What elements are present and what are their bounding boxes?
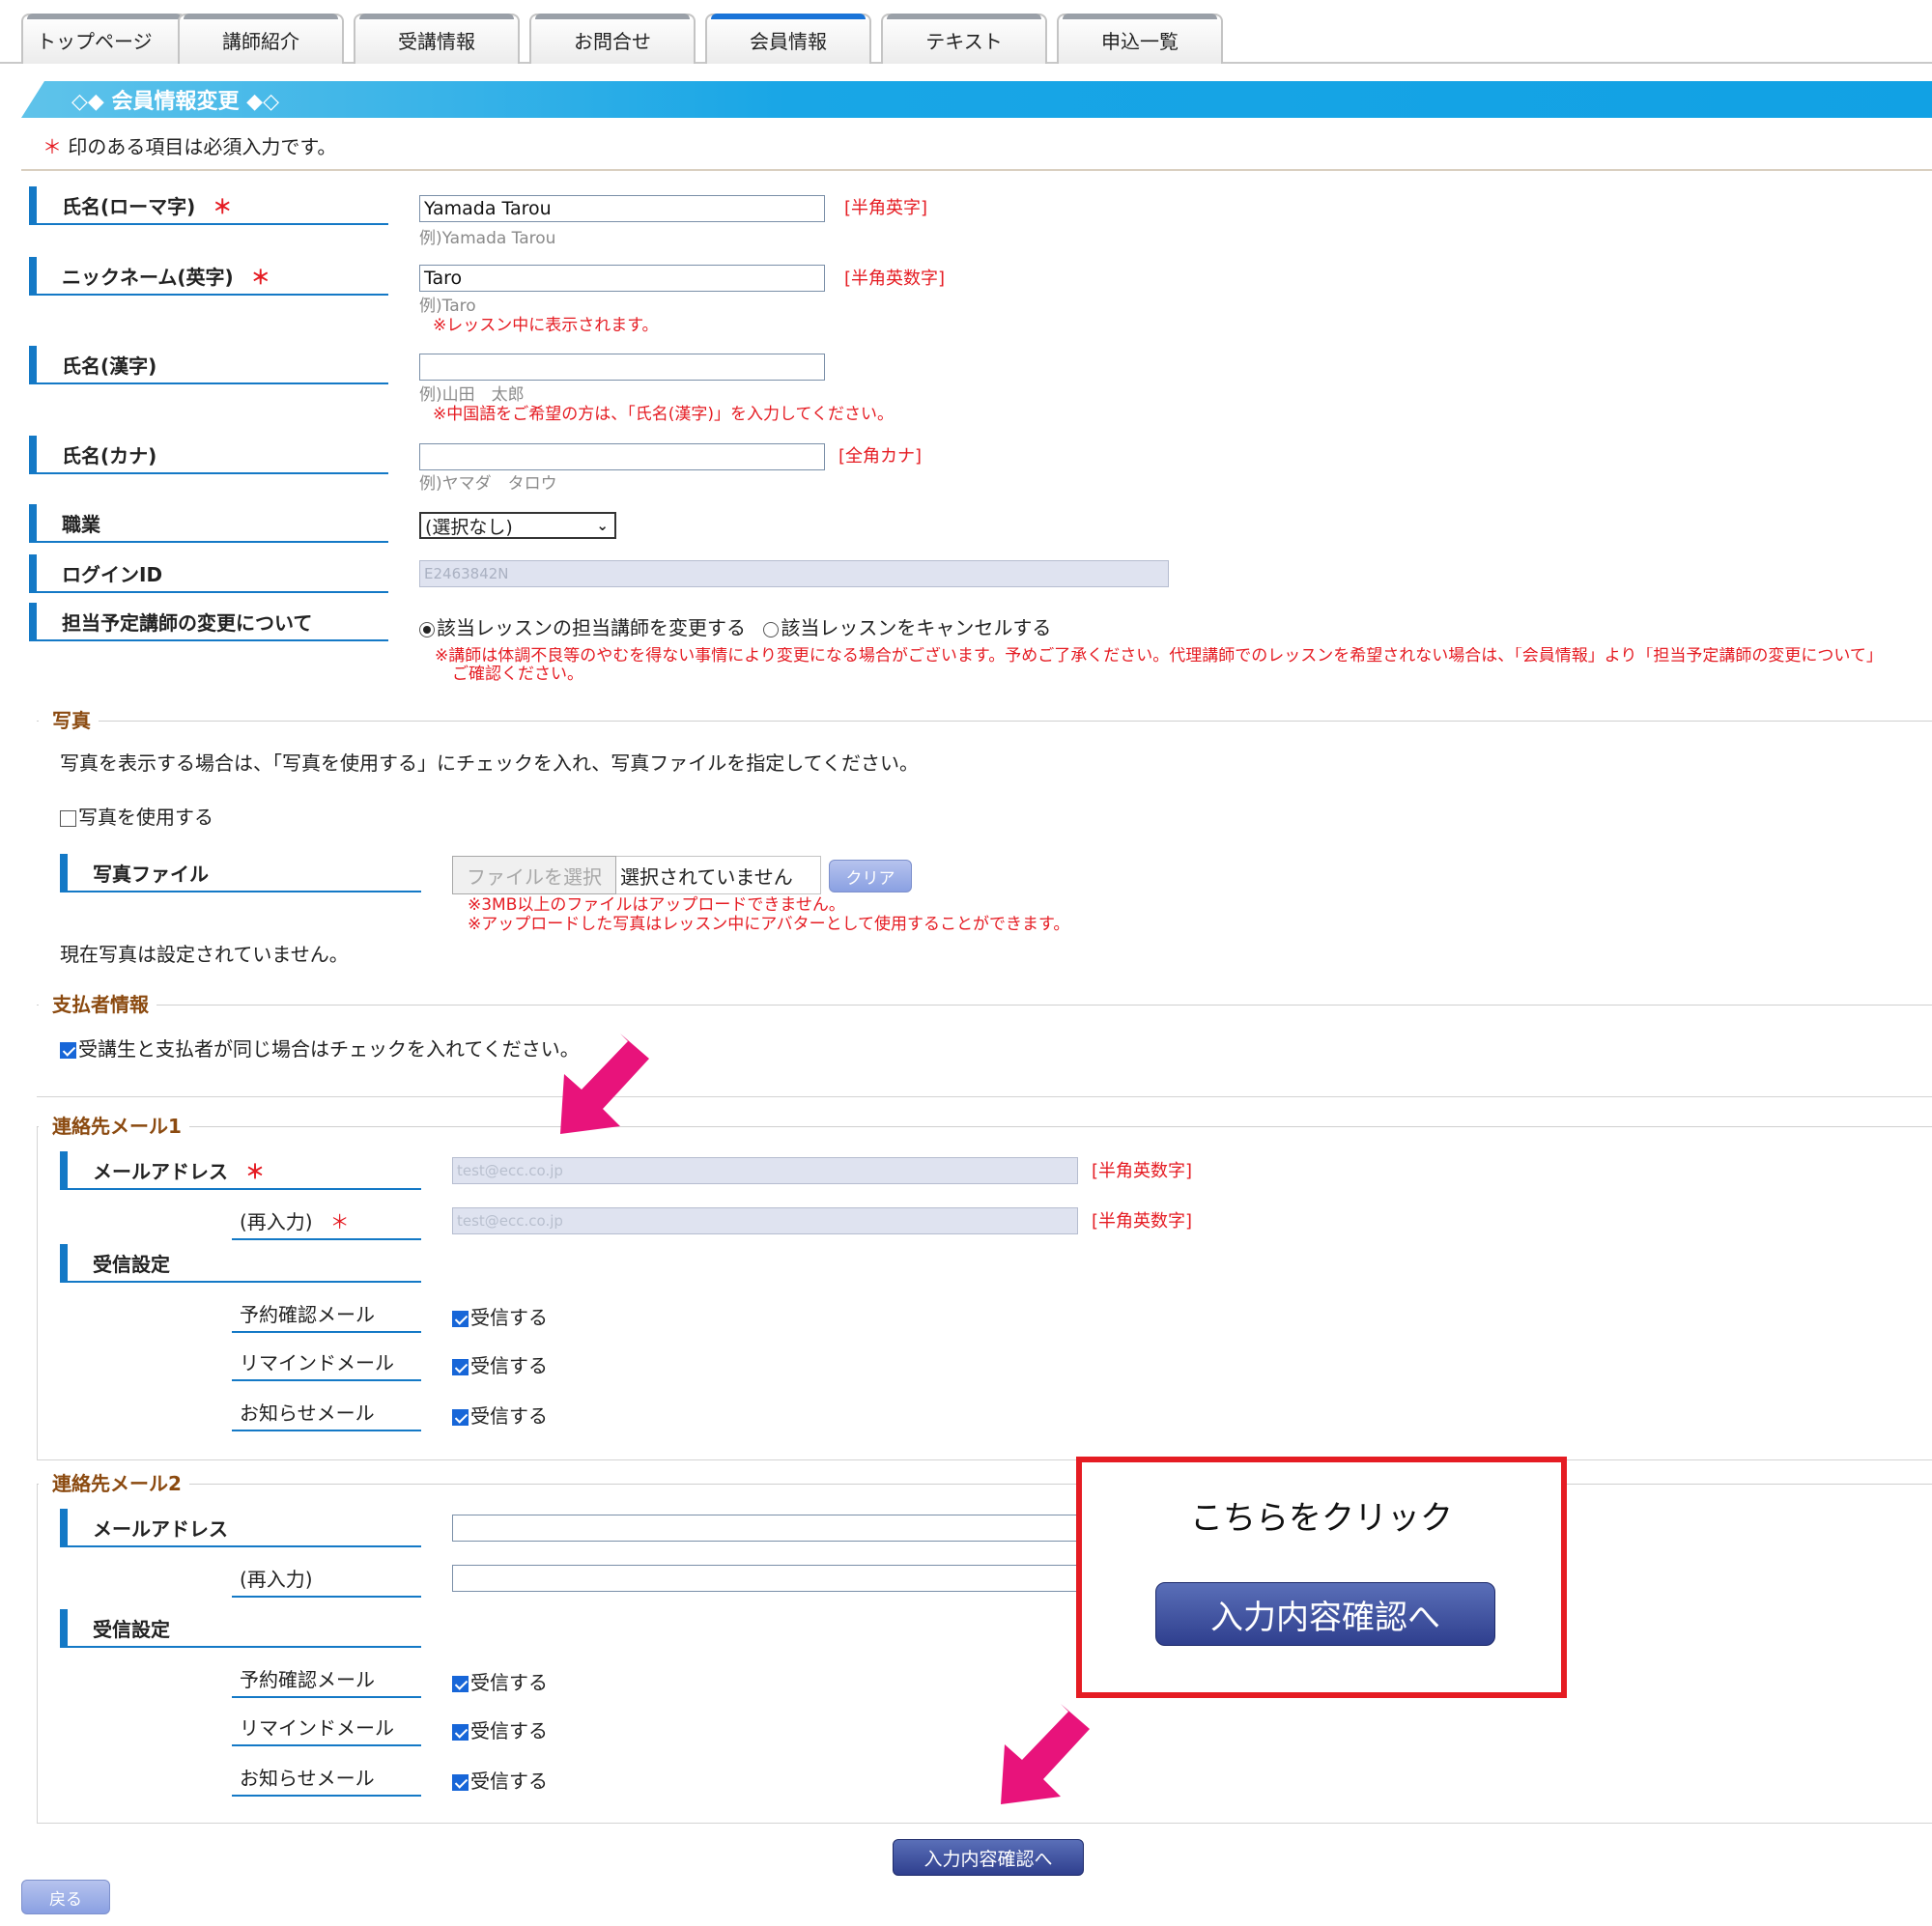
clear-button[interactable]: クリア [829,860,912,892]
nickname-input[interactable]: Taro [419,265,825,292]
page-title-text: ◇◆ 会員情報変更 ◆◇ [71,90,279,114]
label-name-kanji: 氏名(漢字) [29,346,388,384]
note-name-kanji: ※中国語をご希望の方は、「氏名(漢字)」を入力してください。 [433,405,894,424]
photo-legend: 写真 [39,705,99,733]
tab-text[interactable]: テキスト [881,14,1047,64]
email2-reenter-input[interactable] [452,1565,1078,1592]
label-nickname: ニックネーム(英字) ＊ [29,257,388,296]
hint-nickname: [半角英数字] [844,269,946,289]
label-email2-reenter: (再入力) [232,1559,421,1598]
label-name-roman: 氏名(ローマ字) ＊ [29,186,388,225]
email2-news-checkbox[interactable]: 受信する [452,1766,548,1794]
email2-remind-checkbox[interactable]: 受信する [452,1715,548,1743]
name-kanji-input[interactable] [419,354,825,381]
label-email2-booking: 予約確認メール [232,1659,421,1698]
email1-booking-checkbox[interactable]: 受信する [452,1302,548,1330]
tab-label: トップページ [37,29,153,53]
label-email1-receive: 受信設定 [60,1244,421,1283]
hint-name-roman: [半角英字] [844,198,928,218]
label-occupation: 職業 [29,504,388,543]
login-id-field: E2463842N [419,560,1169,587]
tab-label: 講師紹介 [222,29,299,53]
label-email1-booking: 予約確認メール [232,1294,421,1333]
email1-reenter-input[interactable]: test@ecc.co.jp [452,1207,1078,1234]
hint-email1-reenter: [半角英数字] [1092,1211,1193,1232]
photo-note-avatar: ※アップロードした写真はレッスン中にアバターとして使用することができます。 [468,915,1070,934]
hint-name-kana: [全角カナ] [838,446,923,467]
label-email1-news: お知らせメール [232,1393,421,1431]
tab-lesson-info[interactable]: 受講情報 [354,14,520,64]
tab-member-info[interactable]: 会員情報 [705,14,871,64]
tab-label: 受講情報 [398,29,475,53]
payer-legend: 支払者情報 [39,989,156,1017]
example-name-roman: 例)Yamada Tarou [419,229,556,248]
name-roman-input[interactable]: Yamada Tarou [419,195,825,222]
example-nickname: 例)Taro [419,297,476,316]
payer-same-checkbox[interactable]: 受講生と支払者が同じ場合はチェックを入れてください。 [60,1034,580,1062]
photo-current-status: 現在写真は設定されていません。 [60,943,349,966]
required-note: ＊ 印のある項目は必須入力です。 [43,131,336,159]
occupation-selected: (選択なし) [425,516,513,538]
arrow-icon [560,1034,649,1134]
label-email2-remind: リマインドメール [232,1708,421,1746]
hint-email1: [半角英数字] [1092,1161,1193,1181]
tab-contact[interactable]: お問合せ [529,14,696,64]
required-note-text: 印のある項目は必須入力です。 [68,135,337,158]
file-status: 選択されていません [616,856,821,894]
label-email2-receive: 受信設定 [60,1609,421,1648]
callout-text: こちらをクリック [1190,1499,1453,1538]
note-teacher-change: ※講師は体調不良等のやむを得ない事情により変更になる場合がございます。予めご了承… [435,647,1883,684]
tab-label: 申込一覧 [1101,29,1179,53]
page-title: ◇◆ 会員情報変更 ◆◇ [21,81,1932,118]
callout-box: こちらをクリック 入力内容確認へ [1076,1457,1567,1698]
name-kana-input[interactable] [419,443,825,470]
note-nickname: ※レッスン中に表示されます。 [433,316,659,335]
photo-instruction: 写真を表示する場合は、「写真を使用する」にチェックを入れ、写真ファイルを指定して… [60,751,919,775]
use-photo-checkbox[interactable]: 写真を使用する [60,802,213,830]
occupation-select[interactable]: (選択なし) ⌄ [419,512,616,539]
label-email1-remind: リマインドメール [232,1343,421,1381]
label-teacher-change: 担当予定講師の変更について [29,603,388,641]
chevron-down-icon: ⌄ [596,517,609,534]
email1-legend: 連絡先メール1 [39,1111,189,1139]
tab-label: テキスト [925,29,1003,53]
label-email2-news: お知らせメール [232,1758,421,1797]
confirm-button[interactable]: 入力内容確認へ [893,1839,1084,1876]
tab-label: 会員情報 [750,29,827,53]
tab-top[interactable]: トップページ [21,14,187,64]
nav-tabbar: トップページ 講師紹介 受講情報 お問合せ 会員情報 テキスト 申込一覧 [0,0,1932,64]
required-mark: ＊ [43,135,62,158]
radio-cancel-lesson[interactable]: 該当レッスンをキャンセルする [763,616,1051,639]
tab-teachers[interactable]: 講師紹介 [178,14,344,64]
email2-address-input[interactable] [452,1515,1078,1542]
tab-label: お問合せ [574,29,651,53]
radio-change-teacher[interactable]: 該当レッスンの担当講師を変更する [419,616,746,639]
label-email1-address: メールアドレス＊ [60,1151,421,1190]
tab-applications[interactable]: 申込一覧 [1057,14,1223,64]
label-login-id: ログインID [29,554,388,593]
back-button[interactable]: 戻る [21,1880,110,1914]
example-name-kana: 例)ヤマダ タロウ [419,474,557,494]
choose-file-button[interactable]: ファイルを選択 [452,856,616,894]
photo-note-size: ※3MB以上のファイルはアップロードできません。 [468,895,845,915]
example-name-kanji: 例)山田 太郎 [419,385,525,405]
email1-news-checkbox[interactable]: 受信する [452,1401,548,1429]
label-email1-reenter: (再入力) ＊ [232,1202,421,1240]
callout-confirm-button: 入力内容確認へ [1155,1582,1495,1646]
arrow-icon [1001,1704,1090,1804]
email1-address-input[interactable]: test@ecc.co.jp [452,1157,1078,1184]
teacher-change-options: 該当レッスンの担当講師を変更する 該当レッスンをキャンセルする [419,612,1051,640]
divider [21,169,1932,171]
label-email2-address: メールアドレス [60,1509,421,1547]
label-name-kana: 氏名(カナ) [29,436,388,474]
email1-remind-checkbox[interactable]: 受信する [452,1350,548,1378]
label-photo-file: 写真ファイル [60,854,421,892]
email2-booking-checkbox[interactable]: 受信する [452,1667,548,1695]
email2-legend: 連絡先メール2 [39,1468,189,1496]
